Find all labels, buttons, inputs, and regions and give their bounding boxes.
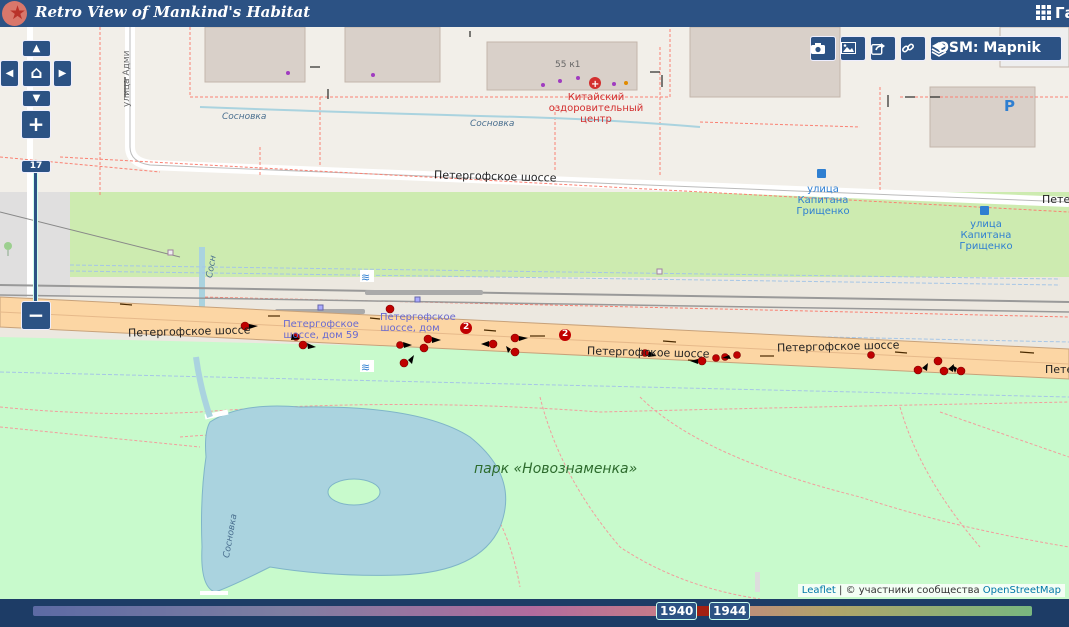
route-badge-2: 2 bbox=[562, 329, 569, 339]
attribution: Leaflet | © участники сообщества OpenStr… bbox=[797, 584, 1065, 597]
link-icon[interactable] bbox=[900, 36, 926, 61]
home-button[interactable]: ⌂ bbox=[22, 60, 51, 87]
pan-up-button[interactable]: ▲ bbox=[22, 40, 51, 57]
pan-down-button[interactable]: ▼ bbox=[22, 90, 51, 107]
pan-right-button[interactable]: ▶ bbox=[53, 60, 72, 87]
leaflet-link[interactable]: Leaflet bbox=[802, 585, 836, 596]
label-address-59: Петергофское шоссе, дом 59 bbox=[283, 319, 359, 341]
label-clinic: Китайский оздоровительный центр bbox=[548, 92, 644, 125]
pan-left-button[interactable]: ◀ bbox=[0, 60, 19, 87]
label-stop-1: улица Капитана Грищенко bbox=[796, 184, 850, 217]
layers-icon bbox=[931, 42, 947, 57]
menu-label: Га bbox=[1055, 4, 1069, 22]
layer-switcher-button[interactable]: OSM: Mapnik bbox=[930, 36, 1062, 61]
svg-text:+: + bbox=[591, 79, 599, 90]
grid-icon bbox=[1036, 5, 1051, 20]
zoom-slider[interactable] bbox=[33, 172, 38, 302]
map-canvas[interactable]: + ≋ ≋ улица Адми Сосновка Сосновка Сосн … bbox=[0, 27, 1069, 599]
map-tiles: + ≋ ≋ bbox=[0, 27, 1069, 599]
label-peterhof-top-right: Петер bbox=[1042, 193, 1069, 206]
zoom-in-button[interactable]: + bbox=[21, 110, 51, 139]
label-address-dom: Петергофское шоссе, дом bbox=[380, 312, 456, 334]
layer-label: OSM: Mapnik bbox=[937, 40, 1041, 56]
osm-link[interactable]: OpenStreetMap bbox=[983, 585, 1061, 596]
route-badge-1: 2 bbox=[463, 322, 470, 332]
timeline-bar: 1940 1944 bbox=[0, 599, 1069, 627]
star-icon: ★ bbox=[9, 2, 27, 24]
parking-icon: P bbox=[1004, 97, 1015, 115]
app-header: ★ Retro View of Mankind's Habitat Га bbox=[0, 0, 1069, 27]
label-street-admiral: улица Адми bbox=[122, 50, 132, 107]
image-icon[interactable] bbox=[840, 36, 866, 61]
zoom-level-indicator[interactable]: 17 bbox=[21, 160, 51, 173]
svg-text:≋: ≋ bbox=[361, 271, 370, 284]
logo: ★ bbox=[2, 1, 27, 26]
share-icon[interactable] bbox=[870, 36, 896, 61]
label-peterhof-right: Пете bbox=[1045, 363, 1069, 376]
svg-text:≋: ≋ bbox=[361, 361, 370, 374]
zoom-out-button[interactable]: − bbox=[21, 301, 51, 330]
camera-icon[interactable] bbox=[810, 36, 836, 61]
timeline-end-handle[interactable]: 1944 bbox=[709, 602, 751, 620]
label-sosnovka-1: Сосновка bbox=[222, 112, 267, 122]
label-sosnovka-2: Сосновка bbox=[470, 119, 515, 129]
menu-button[interactable]: Га bbox=[1036, 4, 1069, 22]
label-building-55k1: 55 к1 bbox=[555, 60, 581, 70]
label-stop-2: улица Капитана Грищенко bbox=[959, 219, 1013, 252]
label-park: парк «Новознаменка» bbox=[474, 461, 638, 477]
attribution-separator: | © участники сообщества bbox=[835, 585, 983, 596]
timeline-start-handle[interactable]: 1940 bbox=[656, 602, 698, 620]
timeline-track[interactable] bbox=[33, 606, 1032, 616]
app-title: Retro View of Mankind's Habitat bbox=[35, 3, 311, 21]
